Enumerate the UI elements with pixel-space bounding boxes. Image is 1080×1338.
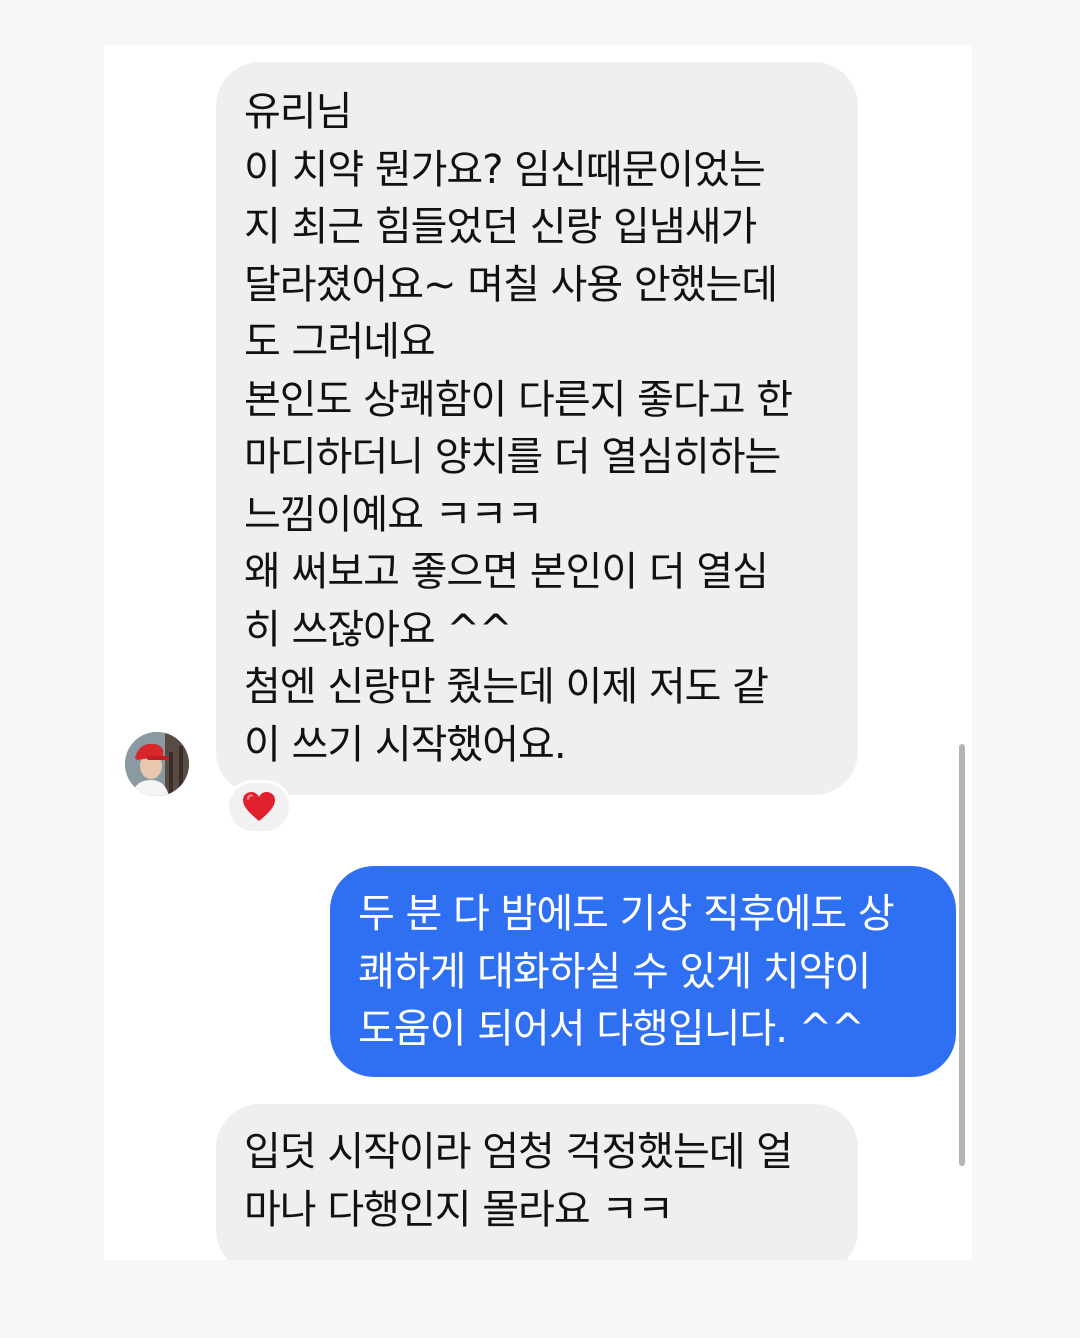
incoming-message-bubble[interactable]: 유리님 이 치약 뭔가요? 임신때문이었는 지 최근 힘들었던 신랑 입냄새가 … [216,62,858,795]
outgoing-message-bubble[interactable]: 두 분 다 밤에도 기상 직후에도 상 쾌하게 대화하실 수 있게 치약이 도움… [330,866,956,1077]
incoming-message-bubble[interactable]: 입덧 시작이라 엄청 걱정했는데 얼 마나 다행인지 몰라요 ㅋㅋ [216,1104,858,1260]
sender-avatar[interactable] [125,732,189,796]
avatar-photo-icon [125,732,189,796]
chat-window: 유리님 이 치약 뭔가요? 임신때문이었는 지 최근 힘들었던 신랑 입냄새가 … [104,46,972,1260]
heart-reaction[interactable] [226,780,292,834]
heart-icon [243,792,275,821]
scrollbar[interactable] [959,744,965,1166]
